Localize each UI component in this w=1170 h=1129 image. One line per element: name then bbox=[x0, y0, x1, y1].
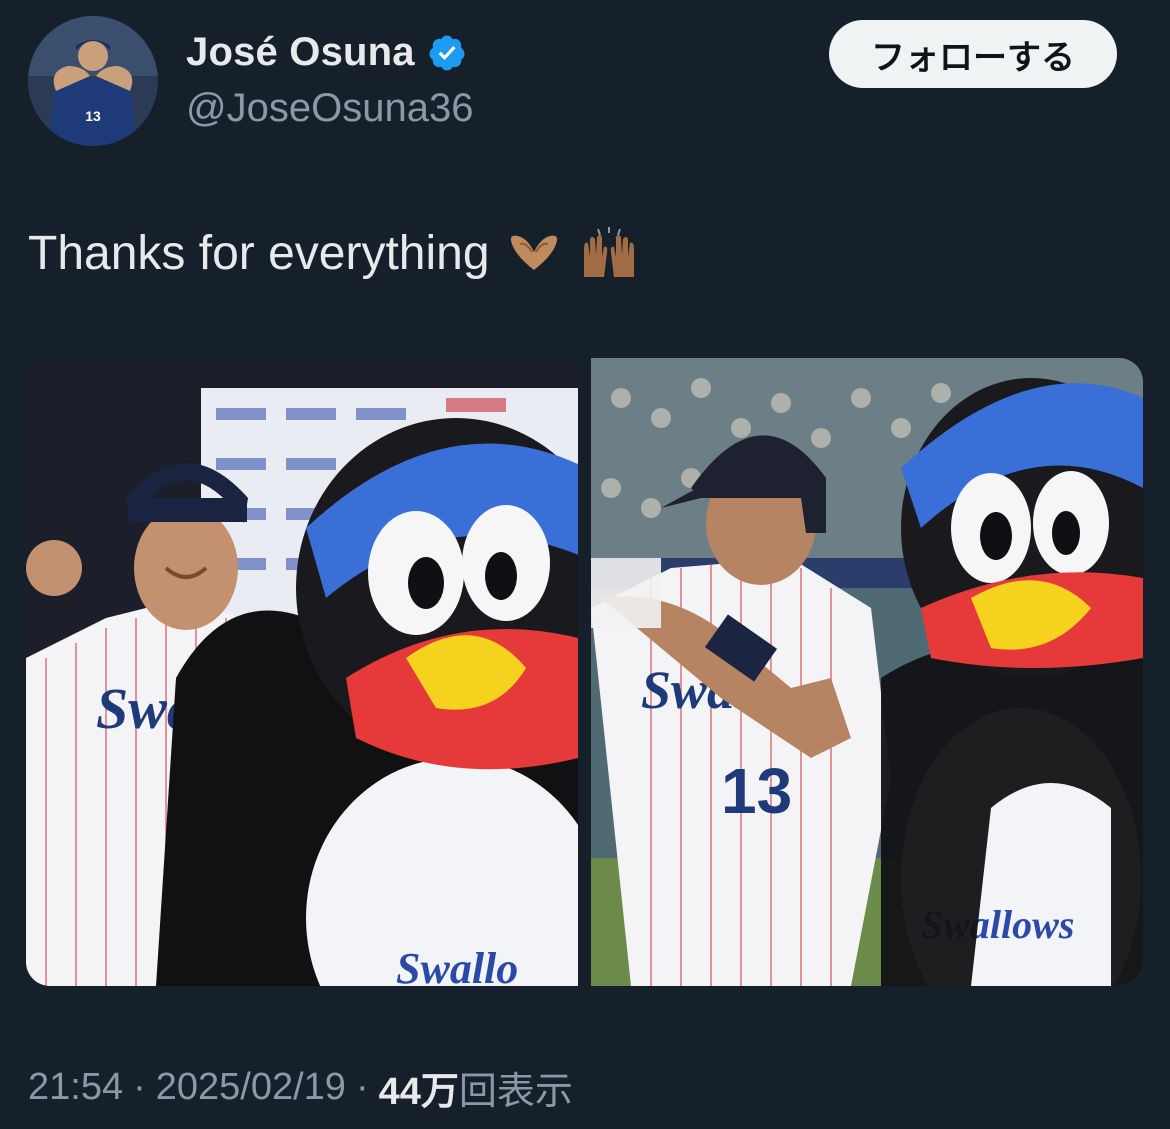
author-name-row: José Osuna bbox=[186, 30, 467, 75]
display-name[interactable]: José Osuna bbox=[186, 30, 415, 75]
follow-button[interactable]: フォローする bbox=[829, 20, 1117, 88]
svg-text:Swallo: Swallo bbox=[396, 944, 518, 986]
views-count: 44万 bbox=[378, 1071, 459, 1113]
player-avatar-icon: 13 bbox=[28, 16, 158, 146]
tweet-text-content: Thanks for everything bbox=[28, 227, 490, 280]
media-grid: Swallows Swallo bbox=[26, 358, 1143, 986]
photo-player-with-mascot-2[interactable]: Swall 13 Swallows bbox=[591, 358, 1143, 986]
svg-text:13: 13 bbox=[721, 755, 792, 827]
avatar[interactable]: 13 bbox=[28, 16, 158, 146]
verified-badge-icon bbox=[429, 35, 465, 70]
meta-separator: · bbox=[133, 1066, 146, 1108]
tweet-meta: 21:54 · 2025/02/19 · 44万回表示 bbox=[28, 1060, 573, 1115]
heart-hands-emoji-icon bbox=[510, 235, 557, 270]
raising-hands-emoji-icon bbox=[583, 226, 634, 277]
views-label: 回表示 bbox=[458, 1071, 573, 1113]
tweet-date[interactable]: 2025/02/19 bbox=[156, 1066, 346, 1109]
tweet-text: Thanks for everything bbox=[28, 226, 640, 281]
photo-player-with-mascot-1[interactable]: Swallows Swallo bbox=[26, 358, 578, 986]
handle[interactable]: @JoseOsuna36 bbox=[186, 86, 473, 131]
tweet-time[interactable]: 21:54 bbox=[28, 1066, 123, 1109]
photo-icon: Swallows Swallo bbox=[26, 358, 578, 986]
tweet: 13 José Osuna @JoseOsuna36 フォローする Thanks… bbox=[0, 0, 1170, 1129]
photo-icon: Swall 13 Swallows bbox=[591, 358, 1143, 986]
svg-text:13: 13 bbox=[85, 108, 101, 124]
meta-separator: · bbox=[355, 1066, 369, 1108]
